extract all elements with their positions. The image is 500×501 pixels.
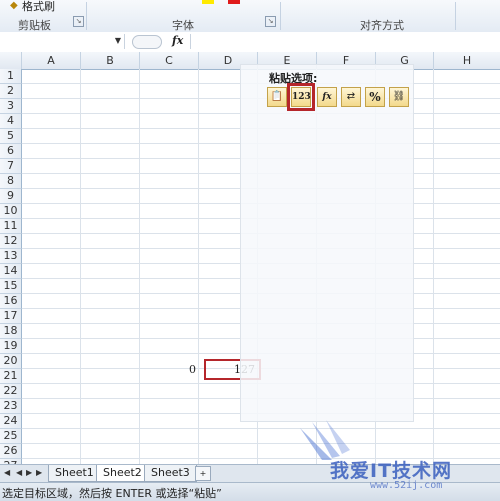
format-painter-button[interactable]: 格式刷 [22, 0, 55, 14]
row-header[interactable]: 5 [0, 129, 22, 144]
row-header[interactable]: 9 [0, 189, 22, 204]
row-header[interactable]: 1 [0, 69, 22, 84]
sheet-tab-bar: ◀ ◀ ▶ ▶ Sheet1 Sheet2 Sheet3 + [0, 464, 500, 483]
row-header[interactable]: 2 [0, 84, 22, 99]
format-painter-icon[interactable]: ◆ [10, 0, 18, 11]
paste-options-title: 粘贴选项: [269, 72, 318, 85]
status-bar: 选定目标区域，然后按 ENTER 或选择“粘贴” [0, 482, 500, 501]
formula-bar: ▼ fx [0, 32, 500, 53]
group-clipboard-label: 剪贴板 [18, 19, 51, 32]
row-header[interactable]: 15 [0, 279, 22, 294]
percent-icon-glyph: % [369, 90, 381, 104]
font-color-swatch-red[interactable] [228, 0, 240, 4]
row-header[interactable]: 4 [0, 114, 22, 129]
ribbon: ◆ 格式刷 剪贴板 ↘ 字体 ↘ 对齐方式 [0, 0, 500, 33]
column-header-b[interactable]: B [81, 52, 140, 69]
row-header[interactable]: 7 [0, 159, 22, 174]
clipboard-launcher-icon[interactable]: ↘ [73, 16, 84, 27]
link-icon[interactable]: ⛓ [389, 87, 409, 107]
sheet-tab-sheet2[interactable]: Sheet2 [96, 465, 149, 482]
transpose-icon[interactable]: ⇄ [341, 87, 361, 107]
percent-icon[interactable]: % [365, 87, 385, 107]
grid-line [80, 69, 81, 464]
font-launcher-icon[interactable]: ↘ [265, 16, 276, 27]
row-header[interactable]: 18 [0, 324, 22, 339]
next-sheet-icon[interactable]: ▶ [26, 468, 32, 477]
row-header[interactable]: 14 [0, 264, 22, 279]
insert-function-icon[interactable]: fx [172, 34, 183, 47]
first-sheet-icon[interactable]: ◀ [4, 468, 10, 477]
row-header[interactable]: 3 [0, 99, 22, 114]
chevron-down-icon[interactable]: ▼ [115, 36, 121, 45]
corner-select-all[interactable] [0, 52, 22, 69]
sheet-tab-sheet1[interactable]: Sheet1 [48, 465, 101, 482]
column-header-c[interactable]: C [140, 52, 199, 69]
grid-line [22, 443, 500, 444]
formula-controls: fx [128, 34, 188, 49]
row-header[interactable]: 17 [0, 309, 22, 324]
row-header[interactable]: 26 [0, 444, 22, 459]
row-header[interactable]: 22 [0, 384, 22, 399]
grid-line [22, 458, 500, 459]
paste-icon-glyph: 📋 [270, 91, 284, 102]
formula-icon-glyph: fx [322, 92, 332, 102]
grid-line [198, 69, 199, 464]
row-header[interactable]: 25 [0, 429, 22, 444]
last-sheet-icon[interactable]: ▶ [36, 468, 42, 477]
group-alignment-label: 对齐方式 [360, 19, 404, 32]
row-header[interactable]: 11 [0, 219, 22, 234]
row-header[interactable]: 12 [0, 234, 22, 249]
formula-input[interactable] [190, 34, 500, 49]
name-box[interactable]: ▼ [0, 34, 125, 49]
values-icon-glyph: 123 [292, 92, 311, 102]
status-text: 选定目标区域，然后按 ENTER 或选择“粘贴” [2, 487, 222, 500]
column-header-h[interactable]: H [434, 52, 500, 69]
grid-line [22, 428, 500, 429]
formula-cancel-enter-pill[interactable] [132, 35, 162, 49]
prev-sheet-icon[interactable]: ◀ [16, 468, 22, 477]
row-header[interactable]: 23 [0, 399, 22, 414]
row-header[interactable]: 20 [0, 354, 22, 369]
row-header[interactable]: 16 [0, 294, 22, 309]
row-header[interactable]: 13 [0, 249, 22, 264]
formula-icon[interactable]: fx [317, 87, 337, 107]
row-header[interactable]: 10 [0, 204, 22, 219]
row-header[interactable]: 21 [0, 369, 22, 384]
paste-icon[interactable]: 📋 [267, 87, 287, 107]
ribbon-separator [86, 2, 87, 30]
values-icon[interactable]: 123 [287, 83, 315, 111]
column-header-a[interactable]: A [22, 52, 81, 69]
row-header[interactable]: 8 [0, 174, 22, 189]
paste-options-panel: 粘贴选项: 📋 123 fx ⇄ % ⛓ [240, 64, 414, 422]
font-color-swatch-yellow[interactable] [202, 0, 214, 4]
ribbon-separator [455, 2, 456, 30]
link-icon-glyph: ⛓ [392, 91, 406, 102]
row-header[interactable]: 19 [0, 339, 22, 354]
sheet-tab-sheet3[interactable]: Sheet3 [144, 465, 197, 482]
cell-c21[interactable]: 0 [140, 362, 196, 377]
insert-sheet-icon[interactable]: + [195, 466, 211, 481]
grid-line [139, 69, 140, 464]
group-font-label: 字体 [172, 19, 194, 32]
transpose-icon-glyph: ⇄ [346, 91, 356, 102]
row-header[interactable]: 24 [0, 414, 22, 429]
ribbon-separator [280, 2, 281, 30]
grid-line [433, 69, 434, 464]
row-header[interactable]: 6 [0, 144, 22, 159]
